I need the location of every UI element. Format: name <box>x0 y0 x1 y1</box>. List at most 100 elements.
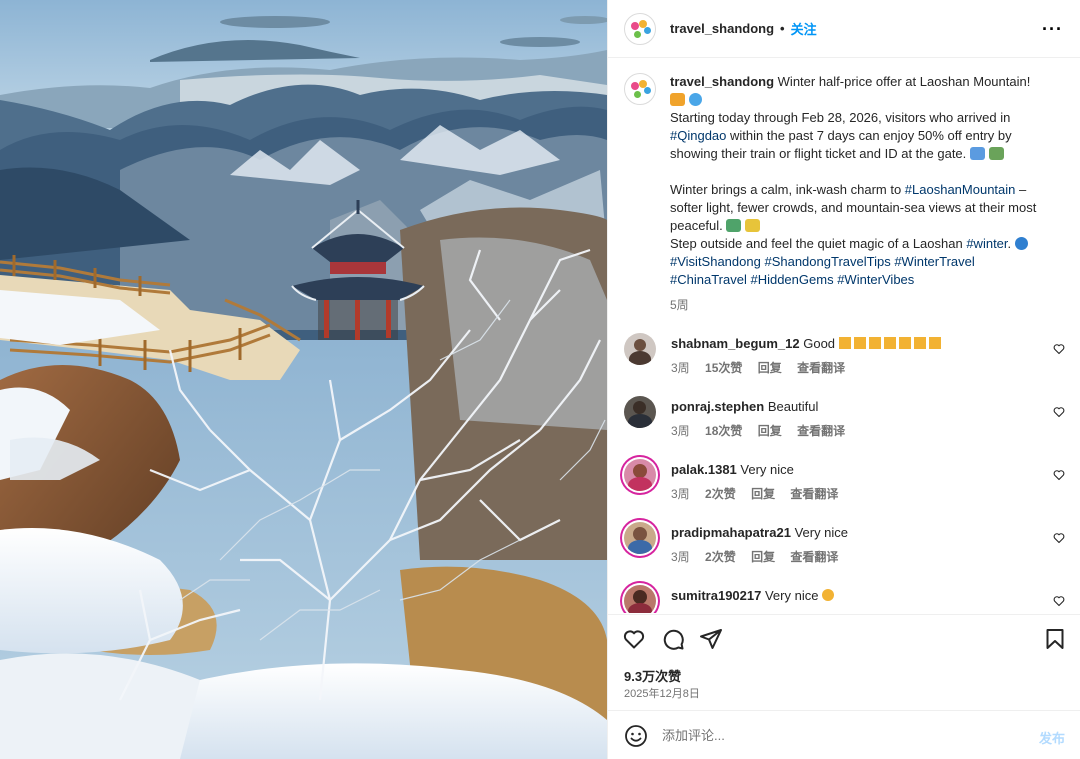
caption-p1a: Starting today through Feb 28, 2026, vis… <box>670 110 1011 125</box>
more-icon[interactable]: ··· <box>1042 19 1063 40</box>
hashtag-chinatravel[interactable]: #ChinaTravel <box>670 272 747 287</box>
commenter-avatar[interactable] <box>624 522 656 554</box>
comment-icon[interactable] <box>661 627 685 651</box>
comment-body: Very nice <box>794 525 849 540</box>
ok-hand-emoji-icon <box>822 589 835 601</box>
author-avatar[interactable] <box>624 12 656 45</box>
comment-likes[interactable]: 18次赞 <box>705 424 742 438</box>
share-icon[interactable] <box>699 627 723 651</box>
comment-heart-icon[interactable] <box>1053 469 1065 481</box>
comment-meta: 3周 2次赞 回复 查看翻译 <box>671 485 850 502</box>
commenter-avatar[interactable] <box>624 333 656 365</box>
comment-meta: 3周 2次赞 回复 查看翻译 <box>671 548 850 565</box>
caption-text: travel_shandong Winter half-price offer … <box>670 73 1050 314</box>
airplane-emoji-icon <box>969 147 985 160</box>
author-username[interactable]: travel_shandong <box>670 21 774 36</box>
post-details-panel: travel_shandong • 关注 ··· travel_shandong… <box>607 0 1080 759</box>
commenter-username[interactable]: sumitra190217 <box>671 588 761 603</box>
commenter-avatar[interactable] <box>624 396 656 428</box>
train-emoji-icon <box>988 147 1004 160</box>
heart-icon[interactable] <box>622 627 646 651</box>
comment-text: sumitra190217 Very nice <box>671 588 835 603</box>
sparkle-emoji-icon <box>745 219 761 232</box>
comment-heart-icon[interactable] <box>1053 532 1065 544</box>
commenter-username[interactable]: palak.1381 <box>671 462 737 477</box>
comment-heart-icon[interactable] <box>1053 406 1065 418</box>
clap-emoji-icon <box>838 337 943 349</box>
comment-meta: 3周 18次赞 回复 查看翻译 <box>671 422 857 439</box>
comment-likes[interactable]: 15次赞 <box>705 361 742 375</box>
comment-time[interactable]: 3周 <box>671 550 690 564</box>
post-actions: 9.3万次赞 2025年12月8日 <box>608 614 1080 710</box>
commenter-avatar[interactable] <box>624 585 656 613</box>
caption-time[interactable]: 5周 <box>670 296 1050 314</box>
bookmark-icon[interactable] <box>1043 627 1067 651</box>
comment-item: palak.1381 Very nice 3周 2次赞 回复 查看翻译 <box>624 459 1065 513</box>
comments-scroll-area[interactable]: travel_shandong Winter half-price offer … <box>608 59 1080 613</box>
caption-line1: Winter half-price offer at Laoshan Mount… <box>777 74 1031 89</box>
hashtag-wintertravel[interactable]: #WinterTravel <box>894 254 974 269</box>
comment-heart-icon[interactable] <box>1053 595 1065 607</box>
reply-button[interactable]: 回复 <box>758 424 782 438</box>
comment-meta: 3周 15次赞 回复 查看翻译 <box>671 359 857 376</box>
add-comment-bar: 发布 <box>608 710 1080 759</box>
comment-time[interactable]: 3周 <box>671 487 690 501</box>
comment-body: Beautiful <box>767 399 819 414</box>
translate-button[interactable]: 查看翻译 <box>797 361 845 375</box>
comment-text: pradipmahapatra21 Very nice <box>671 525 848 540</box>
likes-count[interactable]: 9.3万次赞 <box>624 666 681 685</box>
commenter-avatar[interactable] <box>624 459 656 491</box>
translate-button[interactable]: 查看翻译 <box>790 550 838 564</box>
comment-body: Good <box>803 336 836 351</box>
comment-item: sumitra190217 Very nice <box>624 585 1065 613</box>
comment-input[interactable] <box>662 723 1022 747</box>
caption-avatar[interactable] <box>624 73 656 105</box>
reply-button[interactable]: 回复 <box>758 361 782 375</box>
comment-item: pradipmahapatra21 Very nice 3周 2次赞 回复 查看… <box>624 522 1065 576</box>
ticket-emoji-icon <box>670 93 685 106</box>
hashtag-winter[interactable]: #winter <box>966 236 1007 251</box>
hashtag-hiddengems[interactable]: #HiddenGems <box>750 272 833 287</box>
caption-p3a: Step outside and feel the quiet magic of… <box>670 236 967 251</box>
comment-time[interactable]: 3周 <box>671 361 690 375</box>
hashtag-qingdao[interactable]: #Qingdao <box>670 128 726 143</box>
reply-button[interactable]: 回复 <box>751 550 775 564</box>
commenter-username[interactable]: ponraj.stephen <box>671 399 764 414</box>
translate-button[interactable]: 查看翻译 <box>790 487 838 501</box>
comment-time[interactable]: 3周 <box>671 424 690 438</box>
comment-item: shabnam_begum_12 Good 3周 15次赞 回复 查看翻译 <box>624 333 1065 387</box>
hashtag-shandongtraveltips[interactable]: #ShandongTravelTips <box>764 254 890 269</box>
post-header: travel_shandong • 关注 ··· <box>608 0 1080 58</box>
comment-likes[interactable]: 2次赞 <box>705 487 736 501</box>
emoji-icon[interactable] <box>624 724 648 748</box>
comment-body: Very nice <box>764 588 819 603</box>
translate-button[interactable]: 查看翻译 <box>797 424 845 438</box>
comment-heart-icon[interactable] <box>1053 343 1065 355</box>
wave-emoji-icon <box>1014 237 1028 250</box>
laoshan-winter-photo <box>0 0 607 759</box>
post-caption: travel_shandong Winter half-price offer … <box>624 73 1064 314</box>
post-date: 2025年12月8日 <box>624 688 700 700</box>
hashtag-wintervibes[interactable]: #WinterVibes <box>837 272 914 287</box>
hashtag-visitshandong[interactable]: #VisitShandong <box>670 254 761 269</box>
post-window: travel_shandong • 关注 ··· travel_shandong… <box>0 0 1080 759</box>
mountain-emoji-icon <box>726 219 742 232</box>
comment-text: shabnam_begum_12 Good <box>671 336 943 351</box>
reply-button[interactable]: 回复 <box>751 487 775 501</box>
hashtag-laoshanmountain[interactable]: #LaoshanMountain <box>905 182 1016 197</box>
comment-item: ponraj.stephen Beautiful 3周 18次赞 回复 查看翻译 <box>624 396 1065 450</box>
post-comment-button[interactable]: 发布 <box>1039 728 1065 747</box>
commenter-username[interactable]: pradipmahapatra21 <box>671 525 791 540</box>
comment-likes[interactable]: 2次赞 <box>705 550 736 564</box>
caption-p3b: . <box>1007 236 1012 251</box>
comment-body: Very nice <box>740 462 794 477</box>
follow-button[interactable]: 关注 <box>791 19 817 38</box>
commenter-username[interactable]: shabnam_begum_12 <box>671 336 800 351</box>
snowflake-emoji-icon <box>688 93 702 106</box>
comment-text: ponraj.stephen Beautiful <box>671 399 818 414</box>
header-separator: • <box>780 21 785 36</box>
comment-text: palak.1381 Very nice <box>671 462 794 477</box>
caption-p2a: Winter brings a calm, ink-wash charm to <box>670 182 905 197</box>
caption-username[interactable]: travel_shandong <box>670 74 774 89</box>
post-photo[interactable] <box>0 0 607 759</box>
